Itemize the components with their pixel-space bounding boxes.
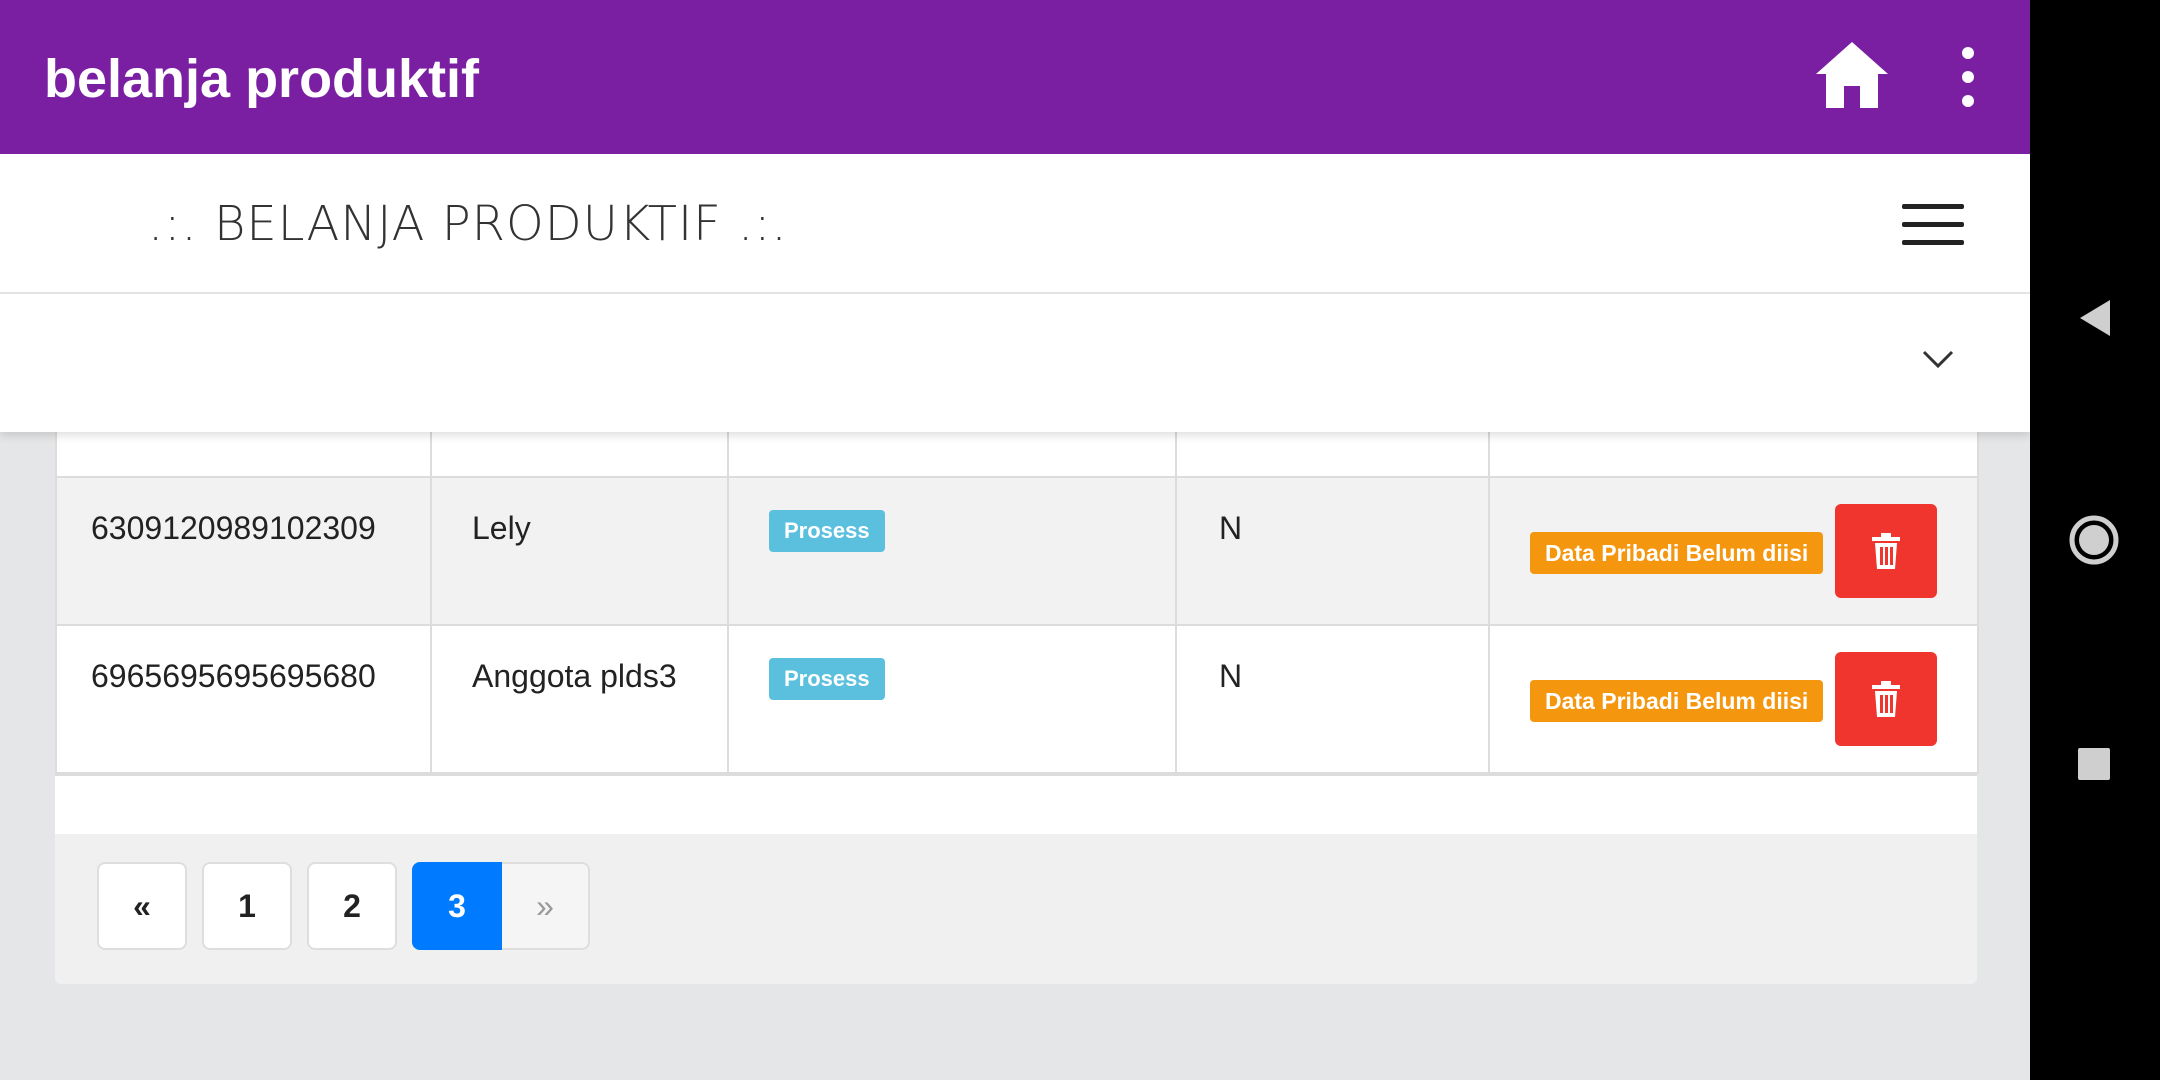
page-next-button: »	[502, 862, 590, 950]
hamburger-icon[interactable]	[1902, 204, 1964, 246]
trash-icon	[1872, 533, 1900, 569]
delete-button[interactable]	[1835, 504, 1937, 598]
home-circle-icon[interactable]	[2064, 510, 2124, 575]
site-navbar: .:. BELANJA PRODUKTIF .:.	[0, 154, 2030, 294]
back-icon[interactable]	[2064, 296, 2124, 345]
table-row: 6965695695695680 Anggota plds3 Prosess N…	[55, 624, 1979, 774]
delete-button[interactable]	[1835, 652, 1937, 746]
warning-badge: Data Pribadi Belum diisi	[1530, 680, 1824, 722]
page-button-2[interactable]: 2	[307, 862, 397, 950]
app-title: belanja produktif	[44, 49, 480, 109]
site-brand[interactable]: .:. BELANJA PRODUKTIF .:.	[148, 194, 788, 254]
cell-flag: N	[1175, 476, 1490, 626]
id-text: 6965695695695680	[91, 658, 376, 694]
pagination: « 1 2 3 »	[97, 862, 605, 952]
android-nav-bar	[2030, 0, 2160, 1080]
more-vert-icon[interactable]	[1948, 44, 1988, 110]
cell-flag: N	[1175, 624, 1490, 774]
page-button-1[interactable]: 1	[202, 862, 292, 950]
cell-status: Prosess	[727, 624, 1177, 774]
recents-icon[interactable]	[2064, 746, 2124, 787]
trash-icon	[1872, 681, 1900, 717]
data-table-wrapper: 6309120989102309 Lely Prosess N Data Pri…	[55, 352, 1979, 834]
cell-action: Data Pribadi Belum diisi	[1488, 624, 1979, 774]
cell-id: 6309120989102309	[55, 476, 432, 626]
cell-action: Data Pribadi Belum diisi	[1488, 476, 1979, 626]
flag-text: N	[1219, 658, 1243, 694]
data-table: 6309120989102309 Lely Prosess N Data Pri…	[55, 352, 1979, 774]
status-badge: Prosess	[769, 510, 885, 552]
chevron-down-icon[interactable]	[1918, 344, 1958, 374]
table-row: 6309120989102309 Lely Prosess N Data Pri…	[55, 476, 1979, 626]
page-prev-button[interactable]: «	[97, 862, 187, 950]
status-badge: Prosess	[769, 658, 885, 700]
home-icon[interactable]	[1812, 36, 1892, 116]
warning-badge: Data Pribadi Belum diisi	[1530, 532, 1824, 574]
cell-nama: Anggota plds3	[430, 624, 729, 774]
cell-status: Prosess	[727, 476, 1177, 626]
flag-text: N	[1219, 510, 1243, 546]
table-footer-space	[55, 774, 1977, 834]
nama-text: Lely	[472, 510, 531, 546]
nama-text: Anggota plds3	[472, 658, 677, 694]
data-card: 6309120989102309 Lely Prosess N Data Pri…	[55, 352, 1979, 984]
id-text: 6309120989102309	[91, 510, 376, 546]
collapse-bar[interactable]	[0, 294, 2030, 432]
app-bar: belanja produktif	[0, 0, 2030, 154]
app-area: belanja produktif .:. BELANJA PRODUKTIF …	[0, 0, 2030, 1080]
cell-nama: Lely	[430, 476, 729, 626]
cell-id: 6965695695695680	[55, 624, 432, 774]
page-button-3-active[interactable]: 3	[412, 862, 502, 950]
